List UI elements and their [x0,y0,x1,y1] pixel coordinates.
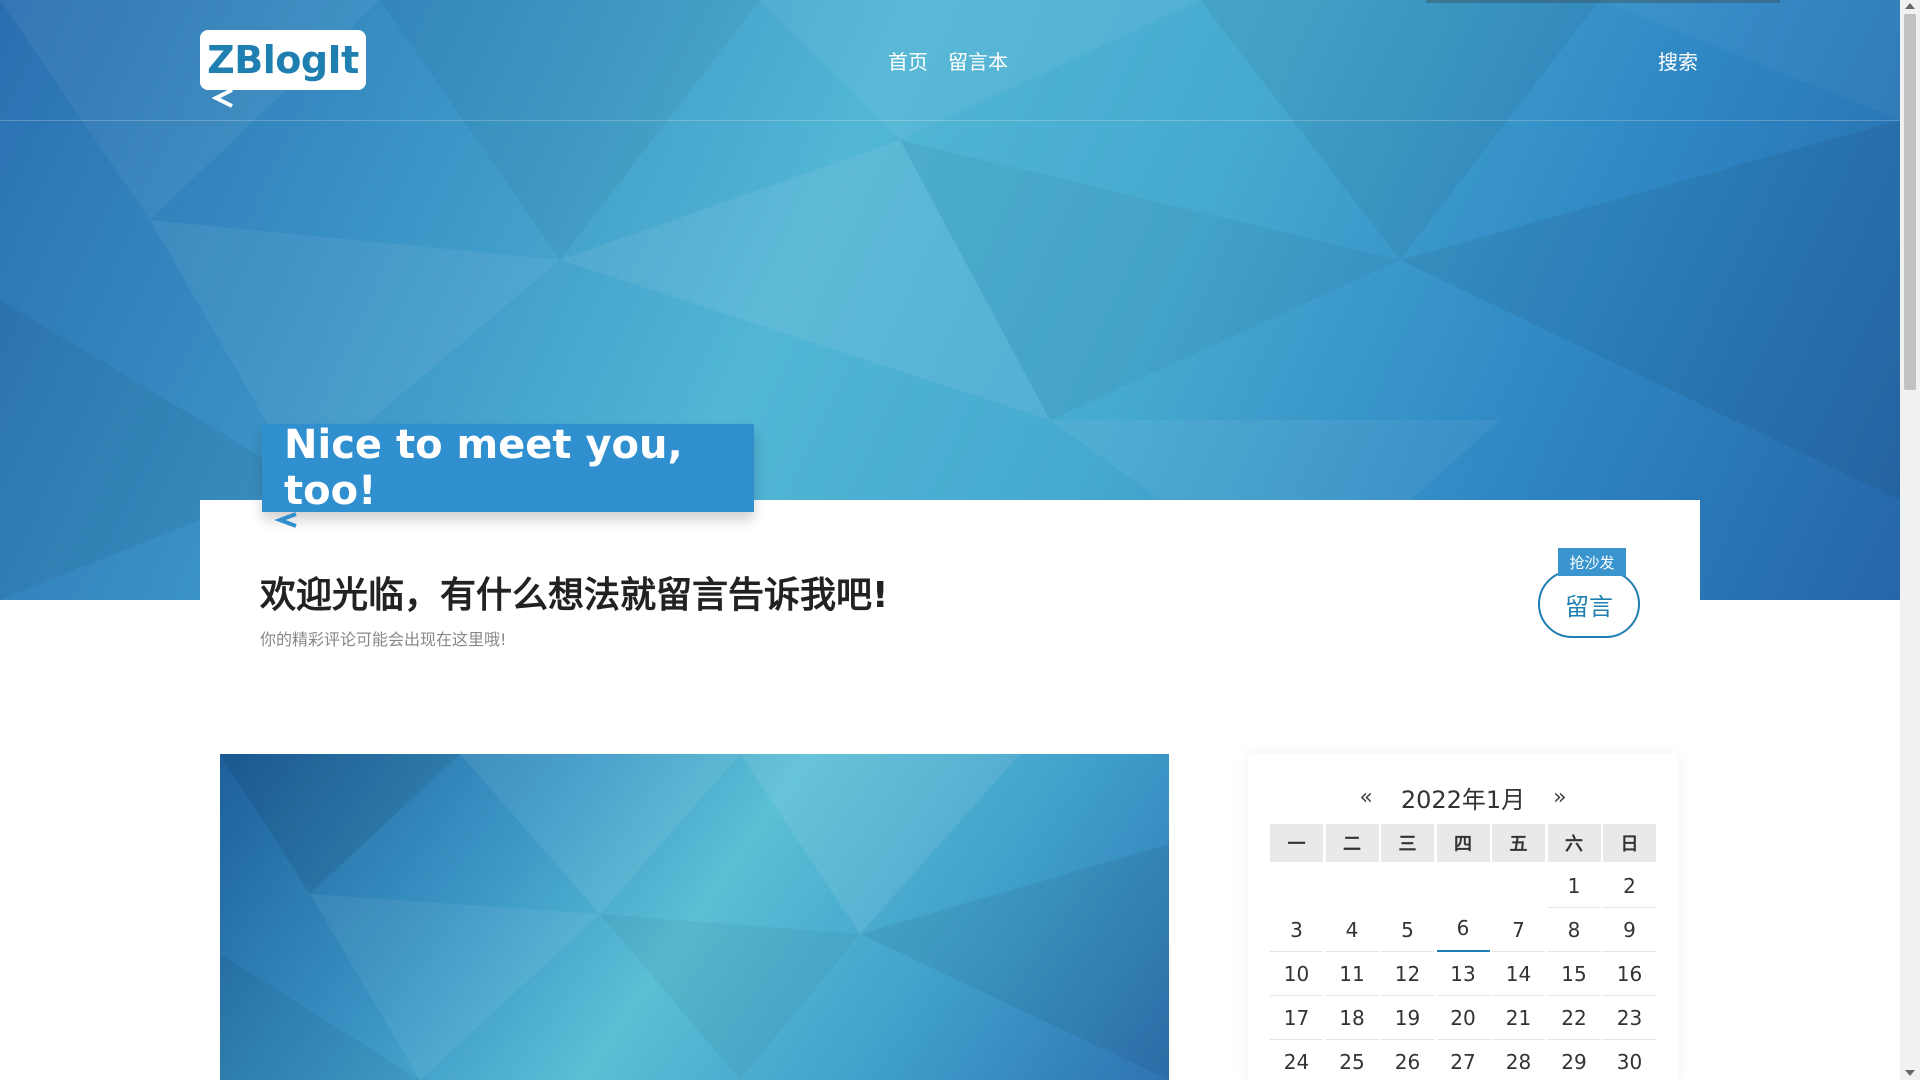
nav-item-home[interactable]: 首页 [888,46,928,75]
calendar-day[interactable]: 21 [1492,996,1545,1040]
calendar-day[interactable]: 10 [1270,952,1323,996]
cover-pattern [220,754,1169,1080]
page-scrollbar[interactable] [1900,0,1920,1080]
calendar-header: « 2022年1月 » [1248,780,1678,815]
calendar-day[interactable]: 29 [1548,1040,1601,1080]
calendar-empty-cell [1492,864,1545,908]
calendar-grid: 一二三四五六日 1 2 3 4 5 6 7 8 9 10 11 12 13 14 15 16 17 18 19 20 21… [1270,824,1656,1080]
sofa-tag: 抢沙发 [1558,548,1626,576]
calendar-day[interactable]: 18 [1325,996,1379,1040]
calendar-day[interactable]: 15 [1547,952,1601,996]
calendar-day[interactable]: 30 [1603,1040,1656,1080]
calendar-weekday: 日 [1603,824,1656,862]
calendar-day[interactable]: 16 [1603,952,1656,996]
calendar-empty-cell [1381,864,1434,908]
scroll-up-arrow-icon[interactable] [1905,3,1915,9]
calendar-weekday: 三 [1381,824,1434,862]
scroll-thumb[interactable] [1904,14,1916,390]
site-logo[interactable]: ZBlogIt [200,30,366,90]
calendar-empty-cell [1437,864,1490,908]
logo-speech-tail-icon [212,88,233,108]
greeting-banner: Nice to meet you, too! [262,422,754,514]
calendar-weekday: 五 [1492,824,1545,862]
main-nav: 首页 留言本 [888,46,1008,75]
calendar-day[interactable]: 17 [1270,996,1323,1040]
calendar-day[interactable]: 7 [1492,908,1545,952]
calendar-day[interactable]: 5 [1381,908,1434,952]
logo-text: ZBlogIt [207,38,359,82]
leave-message-button[interactable]: 留言 [1538,570,1640,638]
calendar-day[interactable]: 19 [1381,996,1434,1040]
calendar-widget: « 2022年1月 » 一二三四五六日 1 2 3 4 5 6 7 8 9 10 11 12 13 14 15… [1248,754,1678,1080]
calendar-day[interactable]: 14 [1492,952,1545,996]
calendar-day[interactable]: 27 [1437,1040,1490,1080]
calendar-day[interactable]: 28 [1492,1040,1545,1080]
calendar-next-month[interactable]: » [1553,785,1566,810]
page-title: 欢迎光临，有什么想法就留言告诉我吧! [260,575,889,616]
calendar-weekday: 四 [1436,824,1490,862]
calendar-day[interactable]: 13 [1436,952,1490,996]
page-subtitle: 你的精彩评论可能会出现在这里哦! [260,630,507,649]
search-link[interactable]: 搜索 [1658,46,1698,75]
nav-item-guestbook[interactable]: 留言本 [948,46,1008,75]
scroll-down-arrow-icon[interactable] [1905,1070,1915,1076]
calendar-prev-month[interactable]: « [1359,785,1372,810]
calendar-empty-cell [1270,864,1323,908]
calendar-day[interactable]: 3 [1270,908,1323,952]
calendar-empty-cell [1326,864,1379,908]
calendar-day[interactable]: 20 [1436,996,1490,1040]
calendar-day[interactable]: 2 [1603,864,1656,908]
calendar-day[interactable]: 8 [1547,908,1601,952]
calendar-day[interactable]: 23 [1603,996,1656,1040]
top-edge-line [1426,0,1780,3]
calendar-day[interactable]: 11 [1325,952,1379,996]
calendar-weekday: 六 [1547,824,1601,862]
greeting-banner-text: Nice to meet you, too! [284,422,683,514]
calendar-day[interactable]: 9 [1603,908,1656,952]
calendar-weekday: 二 [1325,824,1379,862]
calendar-day[interactable]: 12 [1381,952,1434,996]
calendar-day[interactable]: 22 [1547,996,1601,1040]
calendar-day[interactable]: 4 [1325,908,1379,952]
calendar-day[interactable]: 6 [1436,908,1490,952]
banner-tail-icon [274,512,297,528]
calendar-month-label: 2022年1月 [1400,786,1526,814]
calendar-day[interactable]: 26 [1381,1040,1434,1080]
article-cover-image[interactable] [220,754,1169,1080]
calendar-day[interactable]: 25 [1326,1040,1379,1080]
calendar-day[interactable]: 1 [1547,864,1601,908]
reply-widget: 留言 抢沙发 [1538,548,1642,638]
calendar-day[interactable]: 24 [1270,1040,1323,1080]
calendar-weekday: 一 [1270,824,1323,862]
